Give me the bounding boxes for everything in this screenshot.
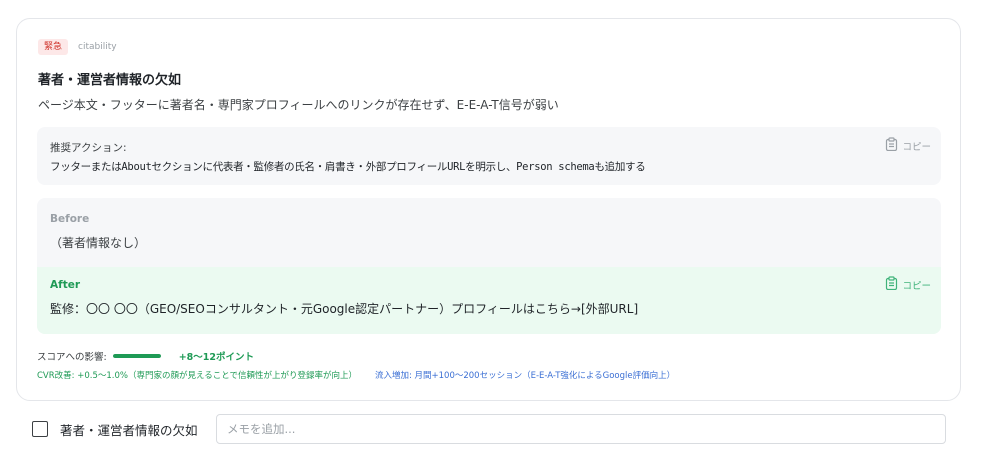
impact-details: CVR改善: +0.5〜1.0%（専門家の顔が見えることで信頼性が上がり登録率が… bbox=[37, 369, 675, 381]
issue-title: 著者・運営者情報の欠如 bbox=[38, 73, 182, 88]
issue-description: ページ本文・フッターに著者名・専門家プロフィールへのリンクが存在せず、E-E-A… bbox=[38, 98, 559, 112]
clipboard-icon bbox=[885, 276, 898, 293]
action-label: 推奨アクション: bbox=[50, 142, 127, 154]
memo-input[interactable] bbox=[216, 414, 946, 444]
copy-action-button[interactable]: コピー bbox=[885, 137, 931, 154]
issue-tags: 緊急 citability bbox=[38, 39, 117, 55]
score-value: +8〜12ポイント bbox=[178, 352, 254, 363]
score-bar bbox=[112, 354, 161, 358]
checklist-label: 著者・運営者情報の欠如 bbox=[60, 422, 198, 438]
after-panel: After 監修：〇〇 〇〇（GEO/SEOコンサルタント・元Google認定パ… bbox=[37, 267, 941, 334]
issue-checkbox[interactable] bbox=[32, 421, 48, 437]
copy-after-button[interactable]: コピー bbox=[885, 276, 931, 293]
category-tag: citability bbox=[78, 42, 117, 52]
before-text: （著者情報なし） bbox=[50, 236, 147, 250]
clipboard-icon bbox=[885, 137, 898, 154]
checklist-row: 著者・運営者情報の欠如 bbox=[32, 414, 946, 444]
copy-after-label: コピー bbox=[902, 280, 931, 292]
priority-badge: 緊急 bbox=[38, 39, 69, 55]
action-text: フッターまたはAboutセクションに代表者・監修者の氏名・肩書き・外部プロフィー… bbox=[50, 161, 646, 173]
copy-action-label: コピー bbox=[902, 141, 931, 153]
recommended-action-box: 推奨アクション: フッターまたはAboutセクションに代表者・監修者の氏名・肩書… bbox=[37, 127, 941, 185]
before-label: Before bbox=[50, 213, 90, 225]
after-label: After bbox=[50, 279, 81, 291]
after-text: 監修：〇〇 〇〇（GEO/SEOコンサルタント・元Google認定パートナー）プ… bbox=[50, 302, 639, 316]
score-label: スコアへの影響: bbox=[37, 352, 107, 363]
score-bar-fill bbox=[112, 354, 161, 358]
score-impact: スコアへの影響: +8〜12ポイント bbox=[37, 349, 254, 363]
issue-card: 緊急 citability 著者・運営者情報の欠如 ページ本文・フッターに著者名… bbox=[16, 18, 961, 401]
cvr-impact: CVR改善: +0.5〜1.0%（専門家の顔が見えることで信頼性が上がり登録率が… bbox=[37, 371, 357, 381]
before-after-box: Before （著者情報なし） After 監修：〇〇 〇〇（GEO/SEOコン… bbox=[37, 198, 941, 334]
traffic-impact: 流入増加: 月間+100〜200セッション（E-E-A-T強化によるGoogle… bbox=[374, 371, 676, 381]
